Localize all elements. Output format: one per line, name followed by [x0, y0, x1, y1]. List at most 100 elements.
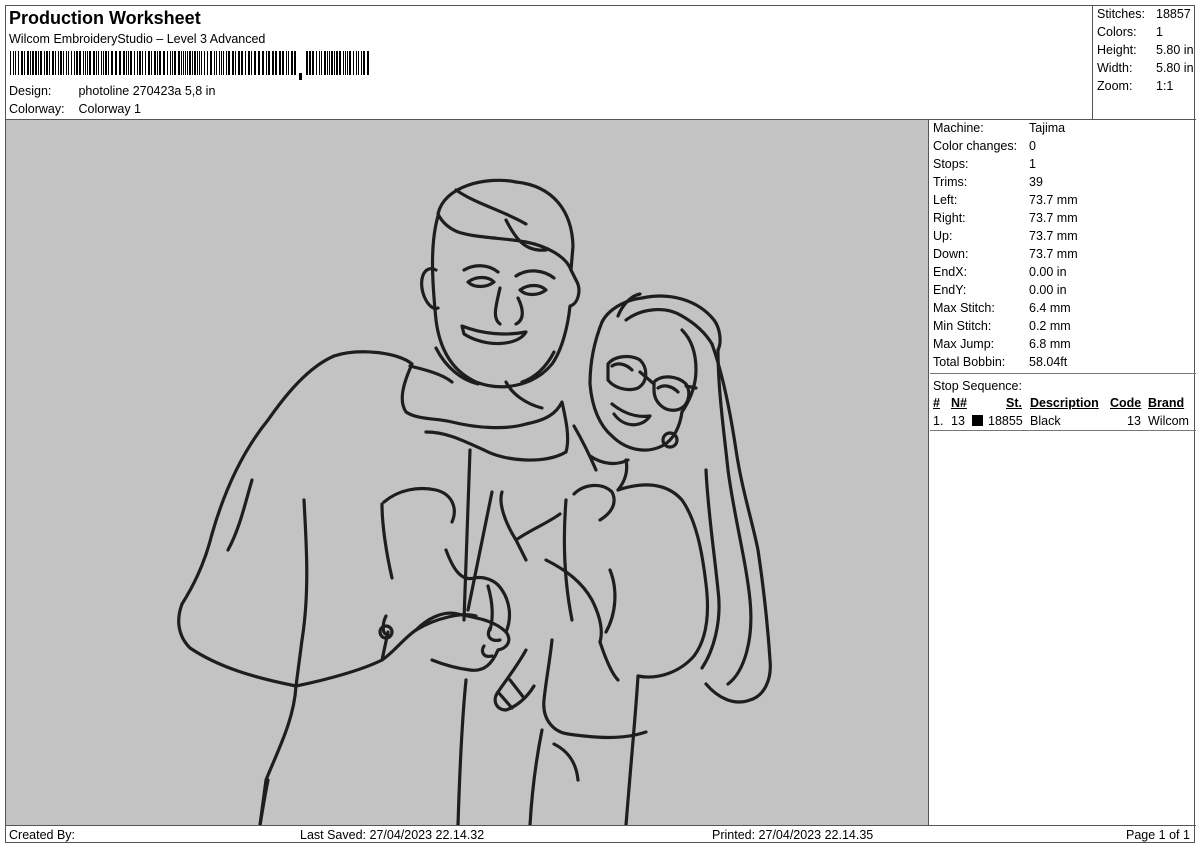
machine-info-row: Left: 73.7 mm [933, 193, 1078, 207]
barcode-bar [35, 51, 37, 75]
machine-info-value: 73.7 mm [1029, 193, 1078, 207]
barcode-bar [89, 51, 91, 75]
barcode-bar [46, 51, 48, 75]
barcode-bar [40, 51, 42, 75]
machine-info-value: 39 [1029, 175, 1043, 189]
machine-info-row: Machine: Tajima [933, 121, 1065, 135]
machine-info-value: 6.4 mm [1029, 301, 1071, 315]
design-label: Design: [9, 84, 52, 98]
info-divider [930, 373, 1196, 374]
barcode-bar [343, 51, 344, 75]
barcode-bar [83, 51, 84, 75]
barcode-bar [108, 51, 109, 75]
barcode-bar [130, 51, 132, 75]
col-header-code: Code [1110, 396, 1142, 410]
summary-colors: Colors: 1 [1097, 25, 1163, 39]
barcode-bar [111, 51, 113, 75]
barcode-bar [282, 51, 284, 75]
machine-info-label: Up: [933, 229, 953, 243]
design-row: Design: photoline 270423a 5,8 in [9, 84, 215, 98]
barcode-bar [254, 51, 256, 75]
machine-info-value: 73.7 mm [1029, 247, 1078, 261]
machine-info-label: Machine: [933, 121, 984, 135]
barcode-bar [321, 51, 322, 75]
col-header-n: N# [951, 396, 967, 410]
summary-label: Stitches: [1097, 7, 1145, 21]
barcode-bar [145, 51, 146, 75]
barcode-bar [148, 51, 150, 75]
barcode-bar [286, 51, 287, 75]
barcode-bar [199, 51, 200, 75]
barcode-bar [178, 51, 180, 75]
machine-info-label: Color changes: [933, 139, 1018, 153]
barcode-bar [139, 51, 141, 75]
machine-info-value: 6.8 mm [1029, 337, 1071, 351]
barcode-bar [27, 51, 29, 75]
barcode-bar [309, 51, 311, 75]
barcode-bar [219, 51, 220, 75]
barcode-bar [241, 51, 243, 75]
summary-value: 1:1 [1156, 79, 1174, 93]
machine-info-label: Max Stitch: [933, 301, 995, 315]
machine-info-value: 0.00 in [1029, 265, 1067, 279]
stop-row-code: 13 [1127, 414, 1141, 428]
barcode-bar [174, 51, 176, 75]
barcode-bar [66, 51, 67, 75]
machine-info-value: 0.00 in [1029, 283, 1067, 297]
barcode-bar [192, 51, 193, 75]
machine-info-row: EndY: 0.00 in [933, 283, 1067, 297]
barcode-bar [327, 51, 328, 75]
barcode-bar [312, 51, 314, 75]
barcode-bar [126, 51, 127, 75]
barcode-bar [228, 51, 230, 75]
summary-value: 1 [1156, 25, 1163, 39]
summary-stitches: Stitches: 18857 [1097, 7, 1191, 21]
machine-info-label: Left: [933, 193, 958, 207]
machine-info-label: Max Jump: [933, 337, 995, 351]
machine-info-panel: Total Bobbin: 58.04ft Max Jump: 6.8 mm Min S… [930, 120, 1196, 825]
software-name: Wilcom EmbroideryStudio – Level 3 Advanc… [9, 32, 266, 46]
barcode-bar [10, 51, 11, 75]
barcode-bar [266, 51, 267, 75]
barcode-bar [324, 51, 326, 75]
barcode-bar [367, 51, 369, 75]
worksheet-header: Production Worksheet Wilcom EmbroiderySt… [6, 6, 1092, 119]
barcode-bar [316, 51, 317, 75]
barcode-separator [299, 73, 302, 80]
barcode-bar [21, 51, 23, 75]
barcode-bar [197, 51, 198, 75]
page-number: Page 1 of 1 [1126, 828, 1190, 842]
summary-width: Width: 5.80 in [1097, 61, 1194, 75]
barcode-bar [181, 51, 182, 75]
barcode-bar [194, 51, 196, 75]
barcode-bar [336, 51, 338, 75]
stop-row-brand: Wilcom [1148, 414, 1189, 428]
barcode-bar [272, 51, 274, 75]
machine-info-value: 73.7 mm [1029, 229, 1078, 243]
barcode-bar [159, 51, 161, 75]
machine-info-row: Down: 73.7 mm [933, 247, 1078, 261]
barcode-bar [258, 51, 260, 75]
machine-info-value: 73.7 mm [1029, 211, 1078, 225]
barcode-bar [98, 51, 99, 75]
summary-label: Colors: [1097, 25, 1137, 39]
barcode-bar [52, 51, 54, 75]
barcode-bar [361, 51, 362, 75]
barcode-bar [353, 51, 354, 75]
barcode-bar [74, 51, 75, 75]
machine-info-label: Trims: [933, 175, 968, 189]
barcode-bar [85, 51, 86, 75]
barcode-bar [210, 51, 212, 75]
design-value: photoline 270423a 5,8 in [78, 84, 216, 98]
machine-info-row: Min Stitch: 0.2 mm [933, 319, 1071, 333]
machine-info-row: Total Bobbin: 58.04ft [933, 355, 1067, 369]
created-by: Created By: [9, 828, 76, 842]
machine-info-value: 1 [1029, 157, 1036, 171]
summary-box: Stitches: 18857 Colors: 1 Height: 5.80 in W… [1092, 6, 1196, 119]
barcode-bar [170, 51, 171, 75]
barcode-bar [103, 51, 104, 75]
barcode-bar [262, 51, 264, 75]
machine-info-value: 58.04ft [1029, 355, 1068, 369]
machine-info-row: EndX: 0.00 in [933, 265, 1067, 279]
barcode-bar [251, 51, 252, 75]
